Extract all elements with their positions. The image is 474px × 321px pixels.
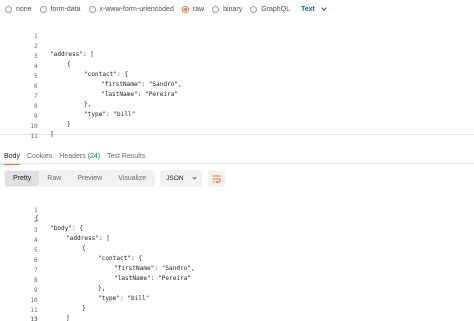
tab-body[interactable]: Body [4, 150, 20, 165]
body-type-urlencoded-label: x-www-form-urlencoded [99, 5, 174, 13]
code-line: 2 "body": { [0, 209, 474, 232]
code-line: 10 ] [0, 115, 474, 138]
radio-urlencoded[interactable] [88, 5, 96, 13]
body-type-binary-label: binary [223, 5, 243, 13]
code-line: 6 "lastName": "Pereira" [0, 75, 474, 98]
tab-test-results[interactable]: Test Results [107, 150, 145, 164]
format-label: JSON [166, 175, 184, 182]
radio-binary[interactable] [212, 5, 220, 13]
body-type-binary[interactable]: binary [212, 5, 243, 13]
response-last-line: 13 [0, 307, 474, 321]
format-dropdown[interactable]: JSON [160, 170, 203, 187]
code-line: 9 "type": "bill" [0, 279, 474, 302]
response-body-viewer[interactable]: 1 { 2 "body": { 3 "address": [ 4 { 5 "co… [0, 199, 474, 321]
code-line: 13 [0, 308, 474, 321]
code-line: 9 } [0, 105, 474, 128]
visualize-button[interactable]: Visualize [110, 171, 154, 186]
radio-raw[interactable] [181, 5, 189, 13]
language-dropdown[interactable]: Text [301, 4, 327, 13]
language-label: Text [301, 5, 315, 13]
headers-count-badge: (24) [87, 152, 101, 160]
code-line: 1 { [0, 199, 474, 222]
raw-button[interactable]: Raw [39, 171, 69, 186]
code-line: 6 "firstName": "Sandro", [0, 249, 474, 272]
tab-cookies[interactable]: Cookies [27, 150, 52, 164]
code-line: 3 { [0, 45, 474, 68]
body-type-selector: none form-data x-www-form-urlencoded raw… [0, 0, 474, 18]
code-line: 7 }, [0, 85, 474, 108]
request-body-editor[interactable]: 1 2 "address": [ 3 { 4 "contact": { 5 "f… [0, 25, 474, 140]
code-line: 5 "contact": { [0, 239, 474, 262]
response-format-toolbar: Pretty Raw Preview Visualize JSON [4, 170, 226, 187]
code-line: 5 "firstName": "Sandro", [0, 65, 474, 88]
body-type-none-label: none [16, 5, 32, 13]
radio-graphql[interactable] [250, 5, 258, 13]
line-number: 11 [30, 133, 38, 140]
body-type-graphql[interactable]: GraphQL [250, 5, 290, 13]
body-type-none[interactable]: none [5, 5, 32, 13]
radio-none[interactable] [5, 5, 12, 13]
code-line: 1 [0, 25, 474, 40]
chevron-down-icon [321, 4, 327, 11]
response-tabs: Body Cookies Headers (24) Test Results [0, 150, 474, 165]
code-line: 8 }, [0, 269, 474, 292]
view-mode-segmented-control: Pretty Raw Preview Visualize [4, 170, 156, 187]
code-line: 3 "address": [ [0, 219, 474, 242]
body-type-form-data-label: form-data [50, 5, 81, 13]
wrap-lines-icon [212, 175, 222, 183]
code-line: 11 ] [0, 299, 474, 321]
code-line: 4 "contact": { [0, 55, 474, 78]
code-line: 10 } [0, 289, 474, 312]
code-line: 4 { [0, 229, 474, 252]
code-line: 2 "address": [ [0, 35, 474, 58]
body-type-raw-label: raw [192, 5, 205, 13]
radio-form-data[interactable] [39, 5, 47, 13]
pretty-button[interactable]: Pretty [5, 171, 40, 186]
tab-headers-label: Headers [59, 152, 86, 160]
line-number: 13 [30, 316, 38, 321]
code-line: 11 [0, 125, 474, 140]
body-type-graphql-label: GraphQL [261, 5, 290, 13]
code-line: 8 "type": "bill" [0, 95, 474, 118]
wrap-lines-button[interactable] [208, 170, 226, 187]
preview-button[interactable]: Preview [69, 171, 110, 186]
code-line: 7 "lastName": "Pereira" [0, 259, 474, 282]
body-type-raw[interactable]: raw [181, 5, 205, 13]
chevron-down-icon [192, 175, 198, 180]
tab-headers[interactable]: Headers (24) [59, 150, 100, 164]
body-type-form-data[interactable]: form-data [39, 5, 81, 13]
body-type-urlencoded[interactable]: x-www-form-urlencoded [88, 5, 174, 13]
